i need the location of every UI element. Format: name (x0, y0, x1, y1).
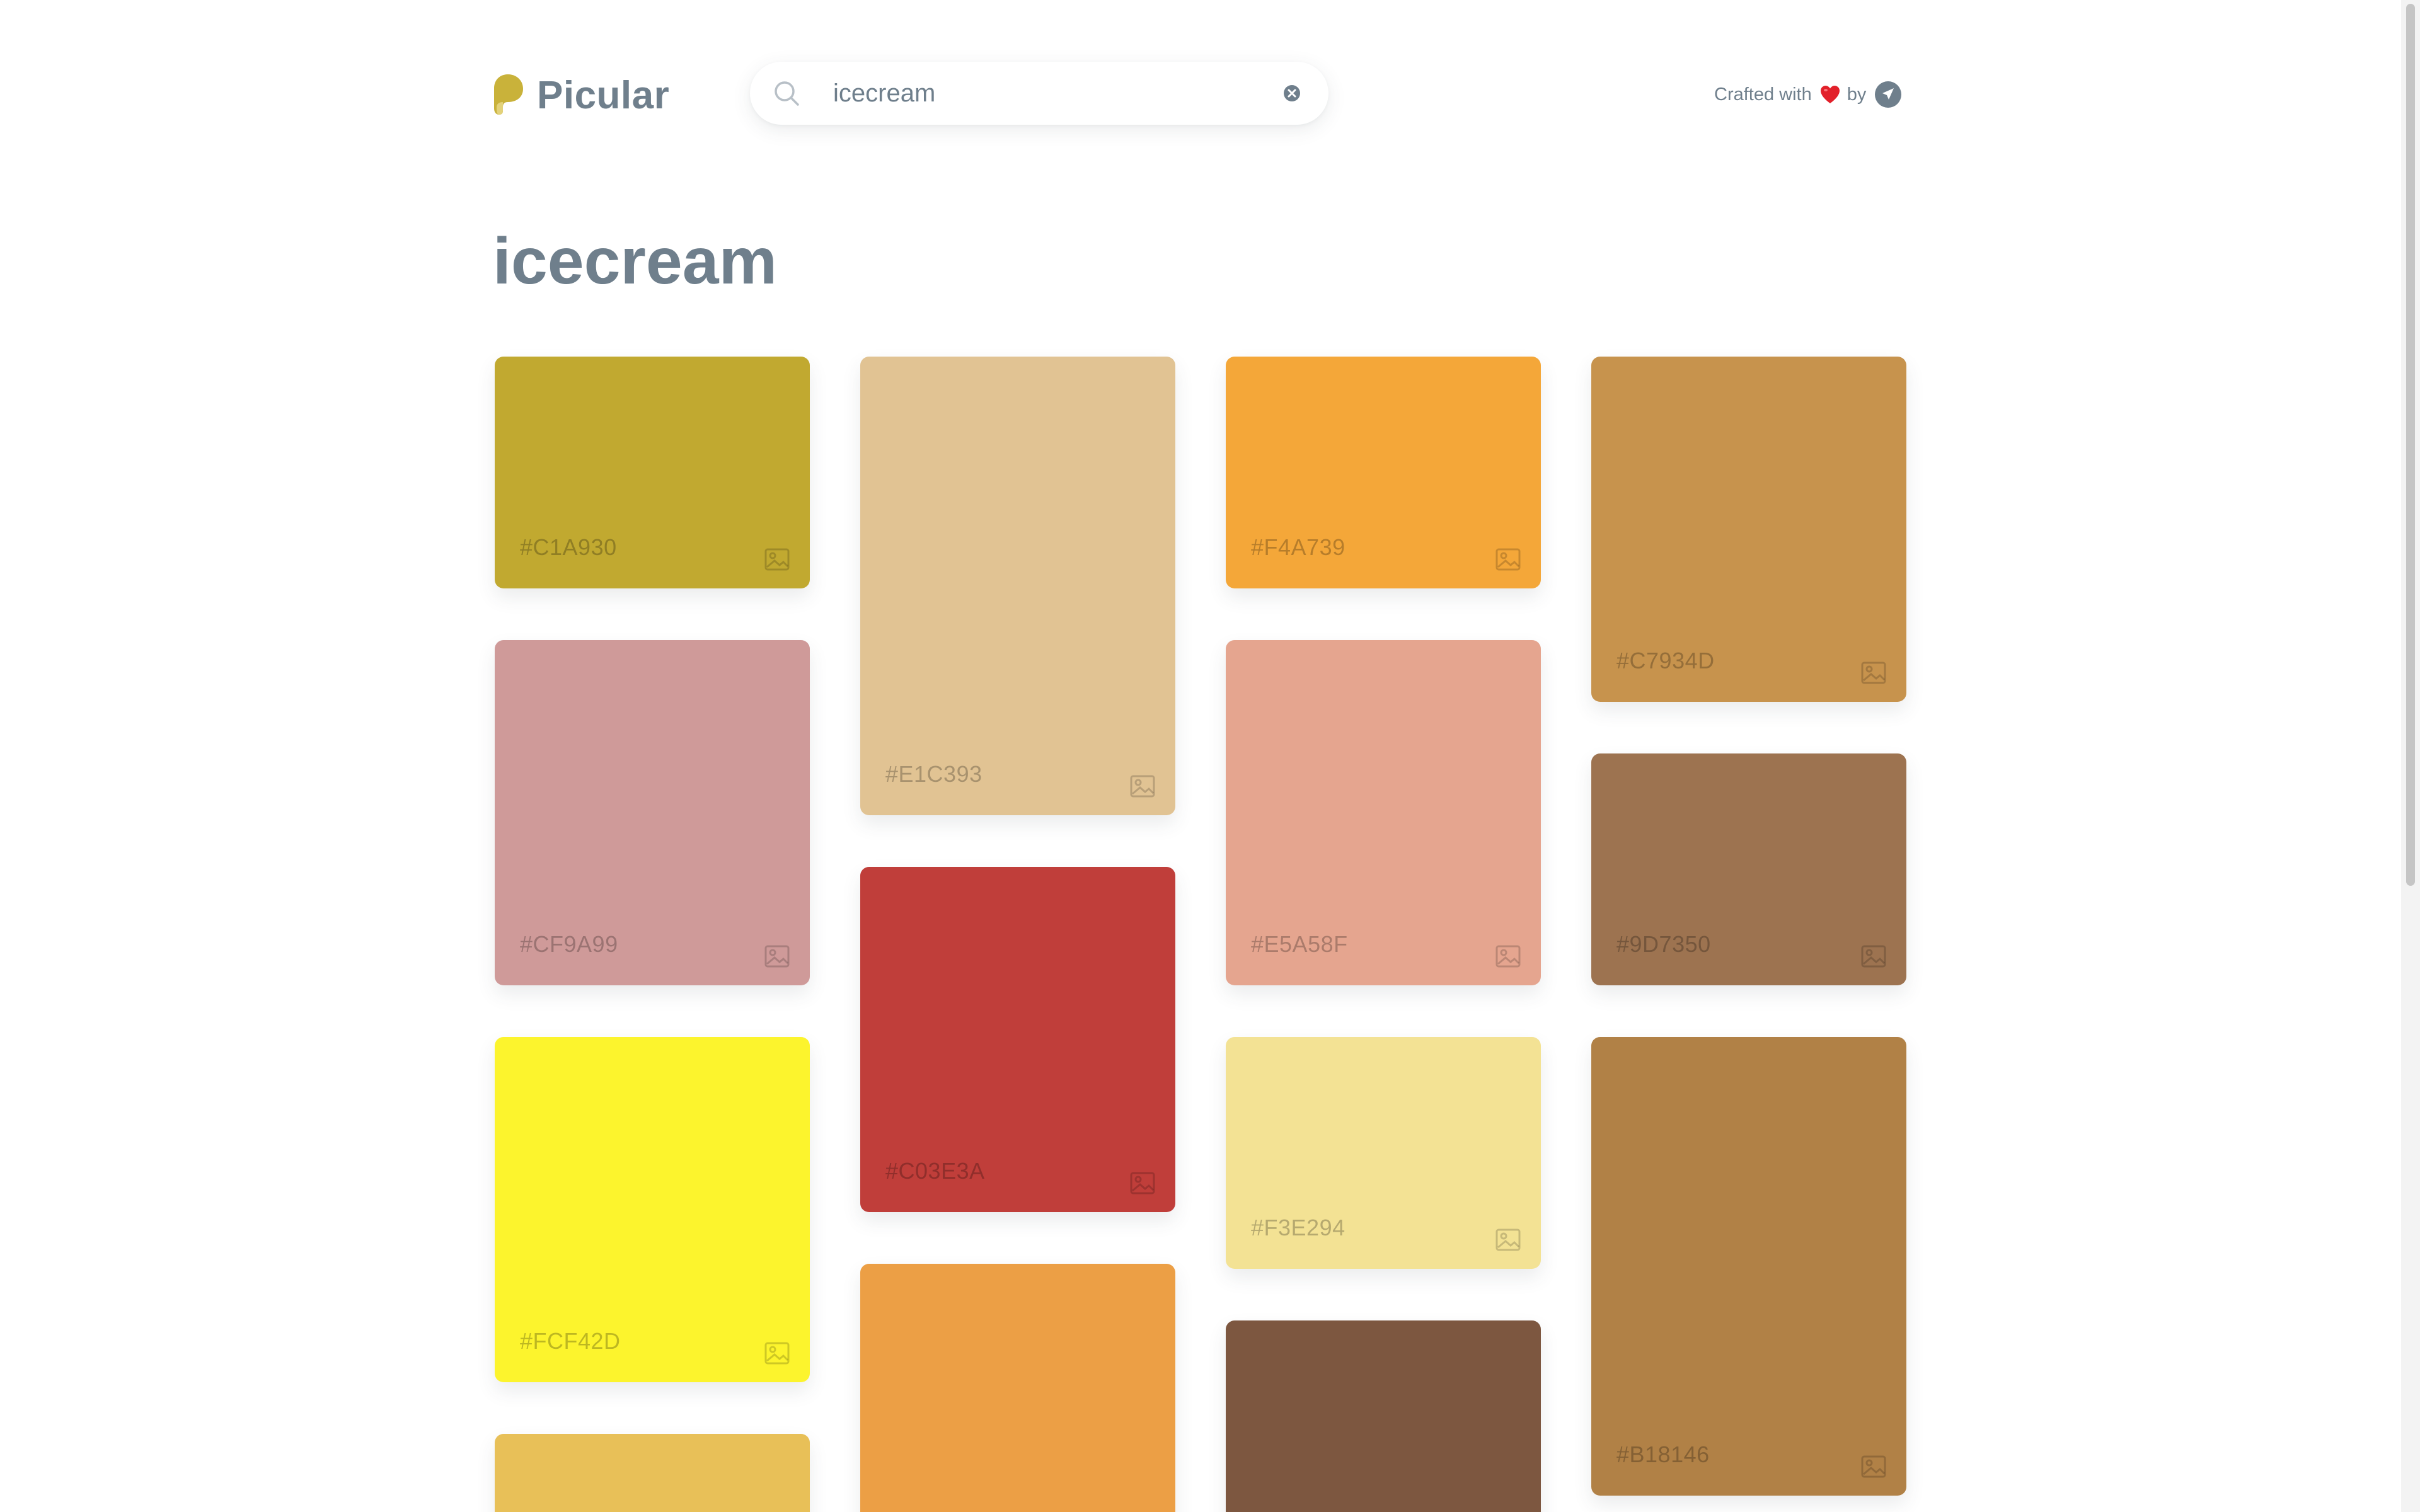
color-swatch[interactable]: #B18146 (1591, 1037, 1906, 1496)
send-icon[interactable] (1875, 81, 1902, 108)
hex-code: #C03E3A (885, 1158, 985, 1184)
credit-suffix: by (1847, 84, 1867, 105)
image-icon[interactable] (1858, 941, 1889, 971)
search-input[interactable] (833, 76, 1249, 111)
credit-prefix: Crafted with (1714, 84, 1812, 105)
image-icon[interactable] (1493, 941, 1523, 971)
image-icon[interactable] (762, 544, 792, 575)
hex-code: #C1A930 (520, 534, 617, 560)
image-icon[interactable] (1127, 1168, 1158, 1198)
color-swatch[interactable]: #F3E294 (1226, 1037, 1541, 1269)
image-icon[interactable] (762, 1338, 792, 1368)
hex-code: #C7934D (1616, 648, 1715, 673)
search-box[interactable] (750, 62, 1328, 125)
picular-logo-icon (494, 74, 523, 115)
image-icon[interactable] (1493, 544, 1523, 575)
color-swatch[interactable]: #CF9A99 (495, 640, 810, 985)
color-swatch[interactable]: #F4A739 (1226, 357, 1541, 588)
color-swatch[interactable] (495, 1434, 810, 1512)
page-title: icecream (493, 225, 778, 298)
color-swatch[interactable]: #C7934D (1591, 357, 1906, 702)
color-swatch[interactable] (1226, 1320, 1541, 1512)
scrollbar[interactable] (2401, 0, 2420, 1512)
image-icon[interactable] (1858, 1452, 1889, 1482)
hex-code: #B18146 (1616, 1441, 1710, 1467)
clear-search-icon[interactable] (1283, 84, 1301, 102)
hex-code: #F3E294 (1251, 1215, 1345, 1240)
color-swatch[interactable]: #E5A58F (1226, 640, 1541, 985)
image-icon[interactable] (1127, 771, 1158, 801)
hex-code: #CF9A99 (520, 931, 618, 957)
credit-line: Crafted with by (1714, 81, 1902, 108)
hex-code: #F4A739 (1251, 534, 1345, 560)
color-swatch[interactable]: #9D7350 (1591, 753, 1906, 985)
hex-code: #E5A58F (1251, 931, 1348, 957)
color-swatch[interactable]: #E1C393 (860, 357, 1175, 815)
brand-logo[interactable]: Picular (494, 73, 669, 117)
image-icon[interactable] (1493, 1225, 1523, 1255)
color-swatch[interactable]: #C03E3A (860, 867, 1175, 1212)
color-swatch[interactable] (860, 1264, 1175, 1512)
hex-code: #E1C393 (885, 761, 982, 787)
scrollbar-thumb[interactable] (2406, 4, 2415, 886)
page: Picular Crafted with by icecream #C1A930… (0, 0, 2420, 1512)
hex-code: #9D7350 (1616, 931, 1711, 957)
hex-code: #FCF42D (520, 1328, 621, 1354)
image-icon[interactable] (762, 941, 792, 971)
color-swatch[interactable]: #FCF42D (495, 1037, 810, 1382)
image-icon[interactable] (1858, 658, 1889, 688)
color-swatch[interactable]: #C1A930 (495, 357, 810, 588)
heart-icon (1820, 86, 1840, 103)
search-icon (775, 81, 799, 106)
brand-name: Picular (537, 73, 670, 117)
